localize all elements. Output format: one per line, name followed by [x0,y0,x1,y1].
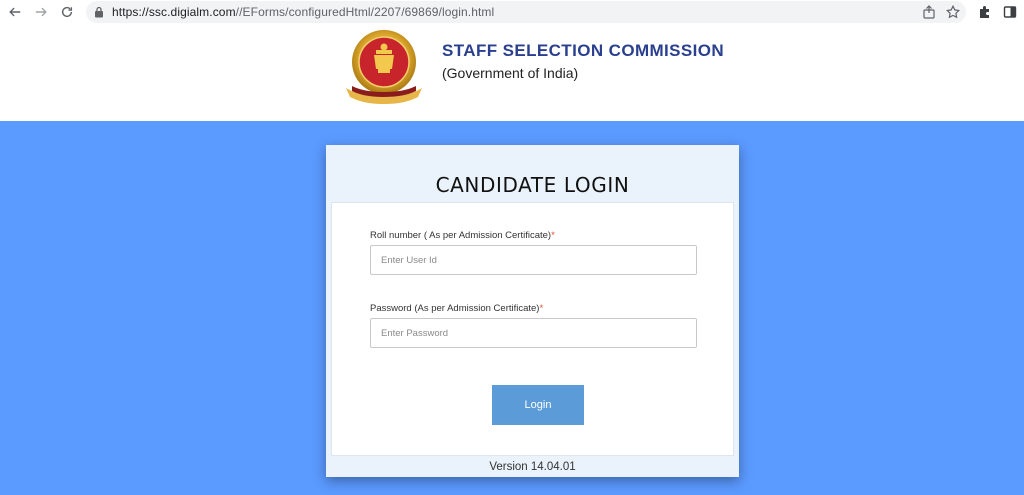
url-path: //EForms/configuredHtml/2207/69869/login… [235,5,495,19]
side-panel-icon[interactable] [1003,5,1017,19]
forward-icon[interactable] [32,3,50,21]
login-title: CANDIDATE LOGIN [435,173,630,197]
back-icon[interactable] [6,3,24,21]
url-host: https://ssc.digialm.com [112,5,236,19]
extensions-icon[interactable] [978,5,992,19]
password-label: Password (As per Admission Certificate)* [370,303,543,314]
org-subtitle: (Government of India) [442,65,579,81]
version-text: Version 14.04.01 [489,461,576,473]
browser-toolbar: https://ssc.digialm.com//EForms/configur… [0,0,1024,24]
address-bar[interactable]: https://ssc.digialm.com//EForms/configur… [86,1,966,23]
bookmark-star-icon[interactable] [946,5,960,19]
login-card: CANDIDATE LOGIN Roll number ( As per Adm… [326,145,739,477]
required-mark: * [551,230,555,241]
url-text[interactable]: https://ssc.digialm.com//EForms/configur… [112,5,494,19]
org-name: STAFF SELECTION COMMISSION [442,41,725,60]
lock-icon[interactable] [94,6,104,18]
share-icon[interactable] [922,5,936,19]
roll-number-input[interactable] [370,245,697,275]
roll-number-label-text: Roll number ( As per Admission Certifica… [370,230,552,241]
ssc-emblem-logo [346,30,422,104]
password-input[interactable] [370,318,697,348]
roll-number-label: Roll number ( As per Admission Certifica… [370,230,555,241]
login-form: Roll number ( As per Admission Certifica… [331,202,734,456]
reload-icon[interactable] [58,3,76,21]
site-header: STAFF SELECTION COMMISSION (Government o… [0,24,1024,121]
required-mark: * [539,303,544,314]
login-button[interactable]: Login [492,385,584,425]
password-label-text: Password (As per Admission Certificate) [370,303,540,314]
